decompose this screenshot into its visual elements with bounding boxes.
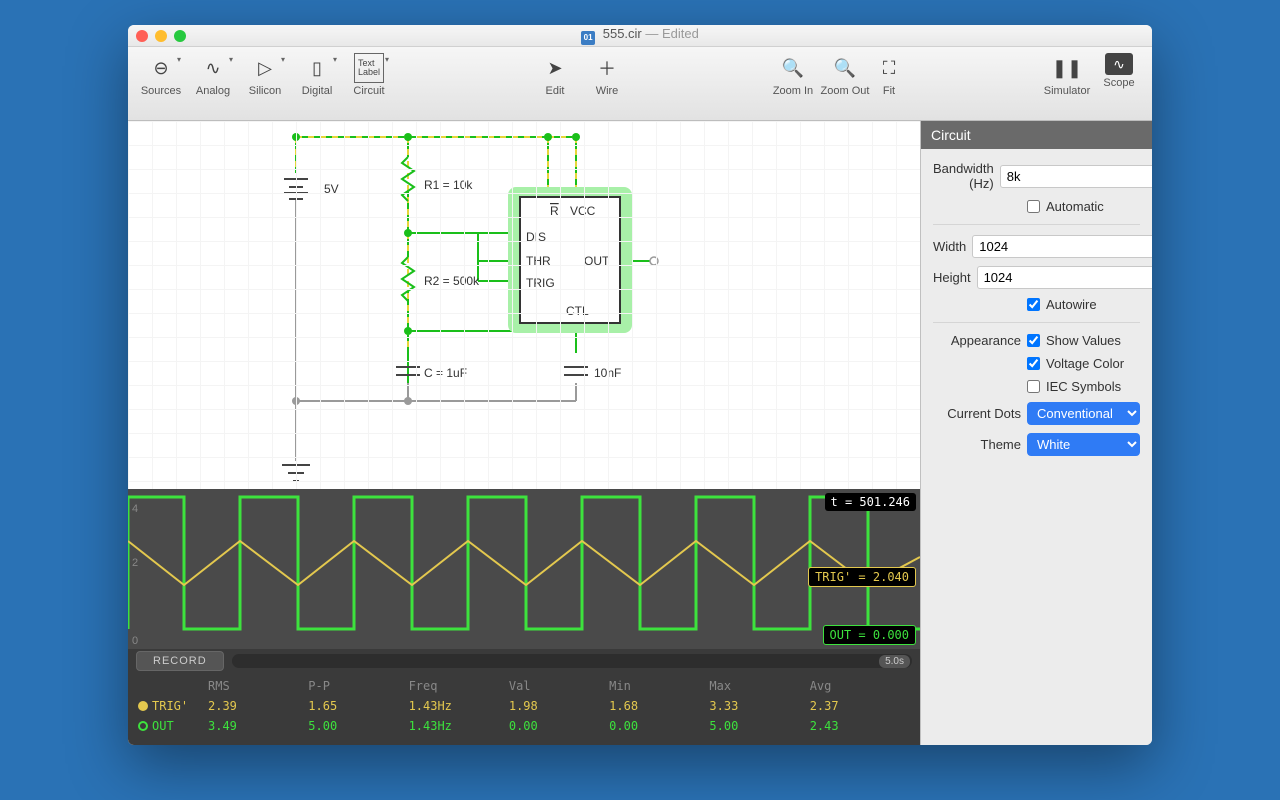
zoom-out-button[interactable]: 🔍Zoom Out — [820, 53, 870, 97]
scope-plot[interactable]: 4 2 0 t = 501.246 TRIG' = 2.040 OUT = 0.… — [128, 489, 920, 649]
record-button[interactable]: RECORD — [136, 651, 224, 671]
height-input[interactable] — [977, 266, 1152, 289]
fit-icon: ⛶ — [874, 53, 904, 83]
width-input[interactable] — [972, 235, 1152, 258]
textlabel-icon: TextLabel — [354, 53, 384, 83]
minimize-icon[interactable] — [155, 30, 167, 42]
silicon-button[interactable]: ▷▾Silicon — [240, 53, 290, 97]
inspector-title: Circuit — [921, 121, 1152, 149]
signal-row: TRIG' — [138, 699, 208, 719]
window-title: 01 555.cir — Edited — [128, 26, 1152, 45]
digital-button[interactable]: ▯▾Digital — [292, 53, 342, 97]
analog-button[interactable]: ∿▾Analog — [188, 53, 238, 97]
iec-checkbox[interactable] — [1027, 380, 1040, 393]
plus-icon: ＋ — [592, 53, 622, 83]
trig-badge: TRIG' = 2.040 — [808, 567, 916, 587]
bandwidth-input[interactable] — [1000, 165, 1152, 188]
voltage-color-checkbox[interactable] — [1027, 357, 1040, 370]
simulator-button[interactable]: ❚❚Simulator — [1042, 53, 1092, 97]
out-badge: OUT = 0.000 — [823, 625, 916, 645]
diode-icon: ▷ — [250, 53, 280, 83]
zoom-in-button[interactable]: 🔍Zoom In — [768, 53, 818, 97]
file-icon: 01 — [581, 31, 595, 45]
titlebar: 01 555.cir — Edited — [128, 25, 1152, 47]
time-badge: t = 501.246 — [825, 493, 916, 511]
wave-icon: ∿ — [1105, 53, 1133, 75]
zoom-in-icon: 🔍 — [778, 53, 808, 83]
resistor-icon: ∿ — [198, 53, 228, 83]
signal-row: OUT — [138, 719, 208, 739]
chip-icon: ▯ — [302, 53, 332, 83]
cursor-icon: ➤ — [540, 53, 570, 83]
autowire-checkbox[interactable] — [1027, 298, 1040, 311]
maximize-icon[interactable] — [174, 30, 186, 42]
stats-table: RMSP-PFreqValMinMaxAvg TRIG' 2.391.651.4… — [128, 673, 920, 745]
pause-icon: ❚❚ — [1052, 53, 1082, 83]
sources-button[interactable]: ⊖▾Sources — [136, 53, 186, 97]
circuit-button[interactable]: TextLabel▾Circuit — [344, 53, 394, 97]
inspector-panel: Circuit Bandwidth (Hz) Automatic Width▴▾… — [920, 121, 1152, 745]
time-slider[interactable]: 5.0s — [232, 654, 912, 668]
wire-tool-button[interactable]: ＋Wire — [582, 53, 632, 97]
show-values-checkbox[interactable] — [1027, 334, 1040, 347]
fit-button[interactable]: ⛶Fit — [872, 53, 906, 97]
theme-select[interactable]: White — [1027, 433, 1140, 456]
scope-button[interactable]: ∿Scope — [1094, 53, 1144, 97]
edit-tool-button[interactable]: ➤Edit — [530, 53, 580, 97]
zoom-out-icon: 🔍 — [830, 53, 860, 83]
source-icon: ⊖ — [146, 53, 176, 83]
schematic-canvas[interactable]: 5V R1 = 10k R2 = 500k C = 1uF 10nF — [128, 121, 920, 489]
automatic-checkbox[interactable] — [1027, 200, 1040, 213]
current-dots-select[interactable]: Conventional — [1027, 402, 1140, 425]
close-icon[interactable] — [136, 30, 148, 42]
scope-panel: 4 2 0 t = 501.246 TRIG' = 2.040 OUT = 0.… — [128, 489, 920, 745]
toolbar: ⊖▾Sources ∿▾Analog ▷▾Silicon ▯▾Digital T… — [128, 47, 1152, 121]
